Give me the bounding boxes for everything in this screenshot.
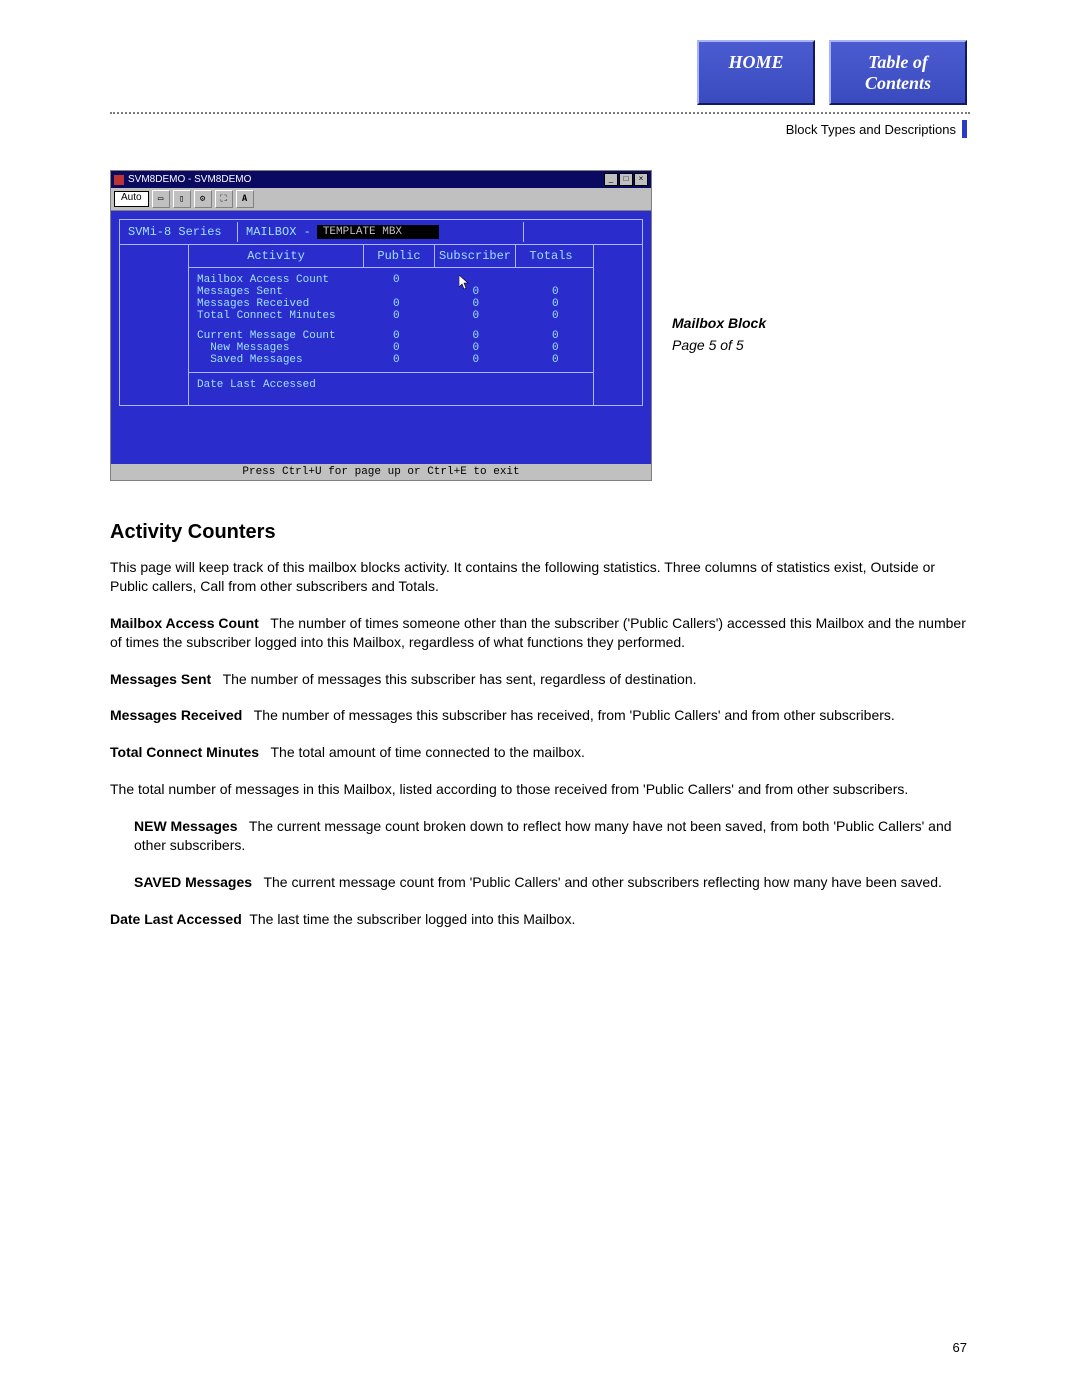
ms-term: Messages Sent (110, 671, 211, 687)
breadcrumb-text: Block Types and Descriptions (786, 122, 956, 137)
mr-term: Messages Received (110, 707, 242, 723)
row-subscriber: 0 (434, 310, 518, 322)
row-public: 0 (359, 310, 434, 322)
auto-select[interactable]: Auto (114, 191, 149, 207)
toc-line1: Table of (853, 52, 943, 73)
toolbar-paste-icon[interactable]: ▯ (173, 190, 191, 208)
side-caption: Mailbox Block Page 5 of 5 (672, 315, 766, 353)
page-number: 67 (953, 1340, 967, 1355)
row-subscriber: 0 (434, 342, 518, 354)
toolbar-props-icon[interactable]: ⚙ (194, 190, 212, 208)
screenshot-window: SVM8DEMO - SVM8DEMO _ □ × Auto ▭ ▯ ⚙ ⛶ A… (110, 170, 652, 481)
row-label: Messages Received (189, 298, 359, 310)
row-label: Messages Sent (189, 286, 359, 298)
dla-term: Date Last Accessed (110, 911, 242, 927)
row-label: Saved Messages (189, 354, 359, 366)
col-activity: Activity (189, 245, 364, 267)
row-subscriber: 0 (434, 298, 518, 310)
row-subscriber: 0 (434, 330, 518, 342)
row-public: 0 (359, 342, 434, 354)
toc-line2: Contents (853, 73, 943, 94)
mailbox-field[interactable]: TEMPLATE MBX (317, 225, 439, 239)
page-indicator: Page 5 of 5 (524, 0, 642, 931)
saved-term: SAVED Messages (134, 874, 252, 890)
window-title: SVM8DEMO - SVM8DEMO (128, 174, 251, 185)
toc-button[interactable]: Table of Contents (829, 40, 967, 105)
row-label: Mailbox Access Count (189, 274, 359, 286)
mac-term: Mailbox Access Count (110, 615, 259, 631)
row-subscriber (434, 274, 518, 286)
toolbar-font-icon[interactable]: A (236, 190, 254, 208)
series-label: SVMi-8 Series (120, 222, 238, 242)
toolbar-copy-icon[interactable]: ▭ (152, 190, 170, 208)
caption-page: Page 5 of 5 (672, 337, 766, 353)
mailbox-label: MAILBOX - (246, 225, 311, 239)
toolbar-full-icon[interactable]: ⛶ (215, 190, 233, 208)
row-label: Total Connect Minutes (189, 310, 359, 322)
caption-title: Mailbox Block (672, 315, 766, 331)
left-gutter (119, 245, 189, 406)
home-button[interactable]: HOME (697, 40, 815, 105)
row-label: New Messages (189, 342, 359, 354)
header-row: SVMi-8 Series MAILBOX - TEMPLATE MBX Pag… (119, 219, 643, 245)
row-public: 0 (359, 298, 434, 310)
breadcrumb: Block Types and Descriptions (786, 120, 967, 138)
app-icon (114, 175, 124, 185)
row-subscriber: 0 (434, 286, 518, 298)
row-label: Current Message Count (189, 330, 359, 342)
row-public: 0 (359, 330, 434, 342)
breadcrumb-marker (962, 120, 967, 138)
row-public (359, 286, 434, 298)
col-public: Public (364, 245, 435, 267)
tcm-term: Total Connect Minutes (110, 744, 259, 760)
col-subscriber: Subscriber (435, 245, 516, 267)
row-subscriber: 0 (434, 354, 518, 366)
row-public: 0 (359, 354, 434, 366)
row-public: 0 (359, 274, 434, 286)
new-term: NEW Messages (134, 818, 237, 834)
